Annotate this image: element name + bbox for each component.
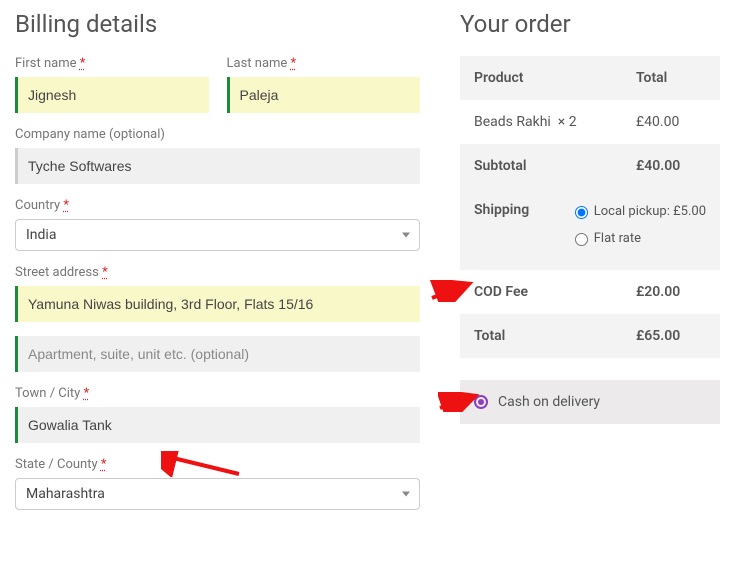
annotation-arrow-icon bbox=[430, 280, 474, 302]
cod-fee-row: COD Fee £20.00 bbox=[460, 270, 720, 314]
shipping-local-pickup-radio[interactable] bbox=[575, 206, 588, 219]
required-asterisk: * bbox=[101, 457, 107, 472]
shipping-local-pickup-label: Local pickup: £5.00 bbox=[594, 202, 706, 223]
subtotal-row: Subtotal £40.00 bbox=[460, 144, 720, 188]
first-name-label: First name * bbox=[15, 56, 209, 71]
order-item-total: £40.00 bbox=[636, 114, 706, 130]
country-label: Country * bbox=[15, 198, 420, 213]
total-value: £65.00 bbox=[636, 328, 706, 344]
street2-input[interactable] bbox=[18, 336, 420, 372]
order-item-name: Beads Rakhi × 2 bbox=[474, 114, 636, 130]
shipping-flat-rate-label: Flat rate bbox=[594, 229, 641, 250]
city-input[interactable] bbox=[18, 407, 420, 443]
order-heading: Your order bbox=[460, 10, 720, 38]
last-name-input[interactable] bbox=[230, 77, 421, 113]
required-asterisk: * bbox=[291, 56, 297, 71]
payment-cod-label: Cash on delivery bbox=[498, 394, 600, 410]
total-header: Total bbox=[636, 70, 706, 86]
billing-section: Billing details First name * Last name * bbox=[15, 10, 420, 524]
company-label: Company name (optional) bbox=[15, 127, 420, 142]
country-select[interactable]: India bbox=[15, 219, 420, 251]
cod-fee-label: COD Fee bbox=[474, 284, 636, 300]
required-asterisk: * bbox=[84, 386, 90, 401]
product-header: Product bbox=[474, 70, 636, 86]
shipping-label: Shipping bbox=[474, 202, 575, 218]
shipping-flat-rate-radio[interactable] bbox=[575, 233, 588, 246]
subtotal-label: Subtotal bbox=[474, 158, 636, 174]
street-input[interactable] bbox=[18, 286, 420, 322]
payment-method-row: Cash on delivery bbox=[460, 380, 720, 424]
last-name-label: Last name * bbox=[227, 56, 421, 71]
required-asterisk: * bbox=[80, 56, 86, 71]
state-select[interactable]: Maharashtra bbox=[15, 478, 420, 510]
state-label: State / County * bbox=[15, 457, 420, 472]
required-asterisk: * bbox=[63, 198, 69, 213]
order-section: Your order Product Total Beads Rakhi × 2… bbox=[460, 10, 720, 524]
required-asterisk: * bbox=[102, 265, 108, 280]
order-item-row: Beads Rakhi × 2 £40.00 bbox=[460, 100, 720, 144]
total-label: Total bbox=[474, 328, 636, 344]
company-input[interactable] bbox=[18, 148, 420, 184]
city-label: Town / City * bbox=[15, 386, 420, 401]
shipping-row: Shipping Local pickup: £5.00 Flat rate bbox=[460, 188, 720, 270]
order-header-row: Product Total bbox=[460, 56, 720, 100]
first-name-input[interactable] bbox=[18, 77, 209, 113]
total-row: Total £65.00 bbox=[460, 314, 720, 358]
subtotal-value: £40.00 bbox=[636, 158, 706, 174]
payment-cod-radio[interactable] bbox=[474, 395, 488, 409]
billing-heading: Billing details bbox=[15, 10, 420, 38]
street-label: Street address * bbox=[15, 265, 420, 280]
cod-fee-value: £20.00 bbox=[636, 284, 706, 300]
